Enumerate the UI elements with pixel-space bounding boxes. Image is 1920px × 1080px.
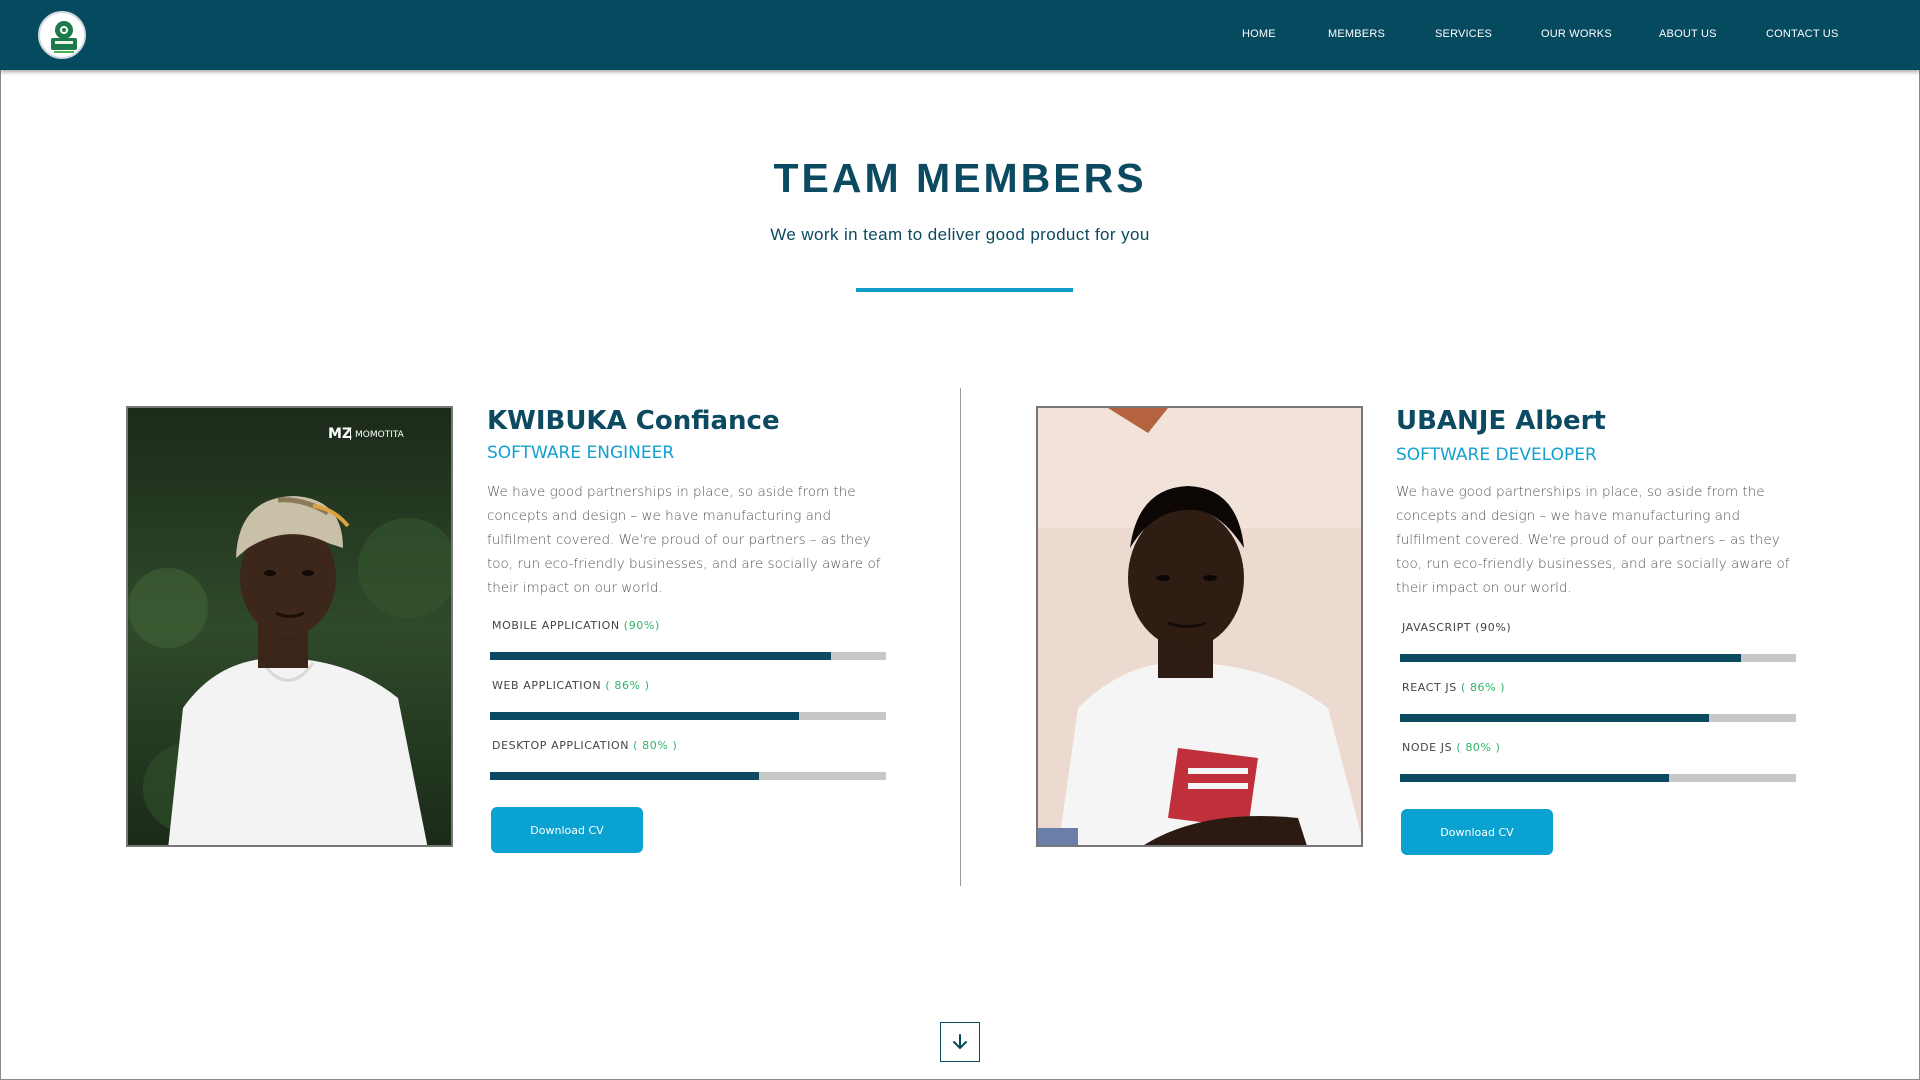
member-role-2: SOFTWARE DEVELOPER (1396, 445, 1597, 465)
skill-bar-1-2 (490, 712, 886, 720)
skill-name: DESKTOP APPLICATION (492, 739, 630, 752)
member-name-1: KWIBUKA Confiance (487, 406, 780, 436)
skill-label-2-3: NODE JS ( 80% ) (1402, 741, 1501, 754)
skill-bar-2-3 (1400, 774, 1796, 782)
skill-name: MOBILE APPLICATION (492, 619, 620, 632)
navbar: HOME MEMBERS SERVICES OUR WORKS ABOUT US… (0, 0, 1920, 70)
member-name-2: UBANJE Albert (1396, 406, 1606, 436)
photo-watermark: MOMOTITA (350, 430, 404, 440)
member-description-1: We have good partnerships in place, so a… (487, 484, 881, 596)
section-subtitle: We work in team to deliver good product … (770, 225, 1150, 244)
skill-label-1-1: MOBILE APPLICATION (90%) (492, 619, 660, 632)
section-title: TEAM MEMBERS (773, 155, 1147, 201)
skill-name: WEB APPLICATION (492, 679, 602, 692)
skill-bar-1-1 (490, 652, 886, 660)
skill-label-2-2: REACT JS ( 86% ) (1402, 681, 1505, 694)
skill-name: NODE JS (1402, 741, 1453, 754)
skill-percent: ( 86% ) (605, 679, 650, 692)
skill-percent: (90%) (1475, 621, 1512, 634)
download-cv-button-1[interactable]: Download CV (491, 807, 643, 853)
nav-our-works[interactable]: OUR WORKS (1541, 28, 1612, 40)
member-photo-1: MOMOTITA MZ (126, 406, 453, 847)
title-underline (856, 288, 1073, 292)
member-photo-2 (1036, 406, 1363, 847)
skill-bar-1-3 (490, 772, 886, 780)
skill-bar-fill (1400, 654, 1741, 662)
skill-bar-2-2 (1400, 714, 1796, 722)
nav-members[interactable]: MEMBERS (1328, 28, 1385, 40)
skill-label-2-1: JAVASCRIPT (90%) (1402, 621, 1511, 634)
skill-bar-fill (490, 652, 831, 660)
member-description-2: We have good partnerships in place, so a… (1396, 484, 1790, 596)
member-role-1: SOFTWARE ENGINEER (487, 443, 675, 463)
skill-bar-fill (1400, 714, 1709, 722)
skill-label-1-3: DESKTOP APPLICATION ( 80% ) (492, 739, 677, 752)
nav-services[interactable]: SERVICES (1435, 28, 1492, 40)
nav-contact-us[interactable]: CONTACT US (1766, 28, 1839, 40)
skill-bar-fill (490, 772, 760, 780)
skill-name: JAVASCRIPT (1402, 621, 1472, 634)
skill-bar-fill (1400, 774, 1670, 782)
arrow-down-icon[interactable] (940, 1022, 980, 1062)
skill-percent: ( 86% ) (1460, 681, 1506, 694)
skill-label-1-2: WEB APPLICATION ( 86% ) (492, 679, 650, 692)
logo-icon[interactable] (38, 11, 86, 59)
column-divider (960, 388, 961, 886)
download-cv-button-2[interactable]: Download CV (1401, 809, 1553, 855)
skill-name: REACT JS (1402, 681, 1457, 694)
nav-about-us[interactable]: ABOUT US (1659, 28, 1717, 40)
skill-bar-fill (490, 712, 799, 720)
skill-bar-2-1 (1400, 654, 1796, 662)
nav-home[interactable]: HOME (1242, 28, 1276, 40)
skill-percent: ( 80% ) (633, 739, 678, 752)
skill-percent: ( 80% ) (1456, 741, 1501, 754)
skill-percent: (90%) (623, 619, 660, 632)
